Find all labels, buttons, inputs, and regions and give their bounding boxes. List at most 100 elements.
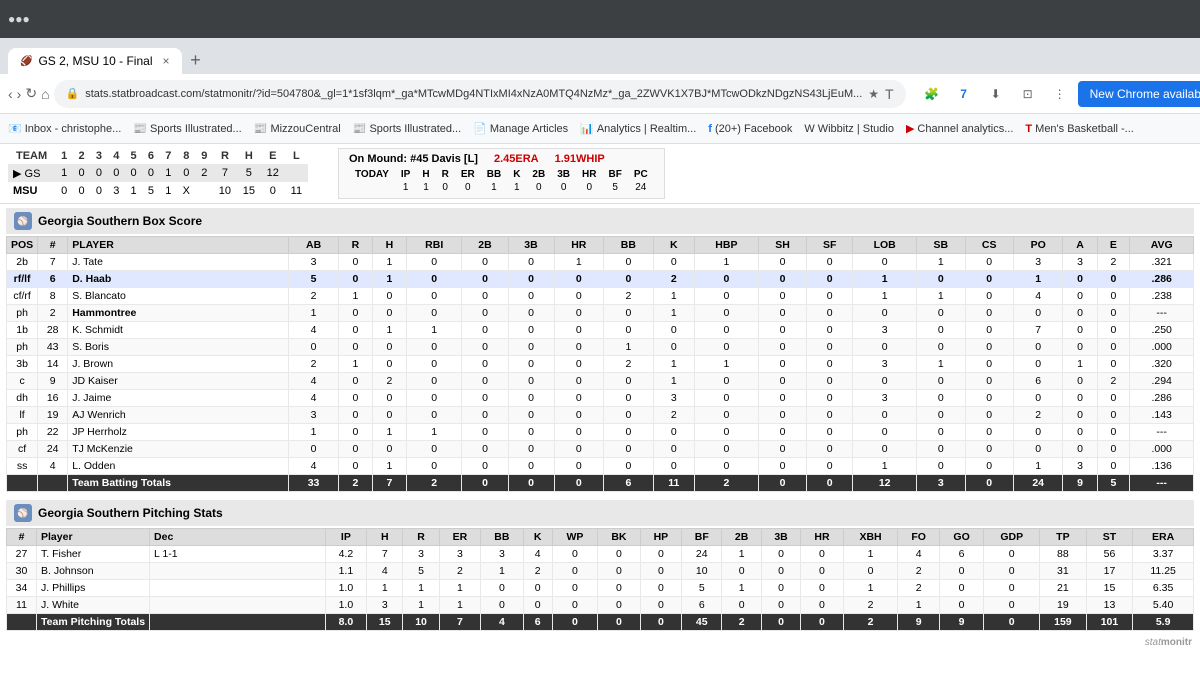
gs-runs: 7	[213, 164, 237, 182]
gs-inn5: 0	[125, 164, 142, 182]
hbp-col: HBP	[694, 237, 758, 254]
p-player-col: Player	[37, 529, 150, 546]
msu-inn1: 0	[56, 182, 73, 199]
tab-close[interactable]: ×	[163, 54, 170, 68]
msu-team-name: MSU	[8, 182, 56, 199]
batting-section: ⚾ Georgia Southern Box Score POS # PLAYE…	[6, 208, 1194, 492]
footer: statmonitr	[0, 635, 1200, 650]
profile-button[interactable]: 7	[950, 80, 978, 108]
pitching-icon: ⚾	[14, 504, 32, 522]
avg-col: AVG	[1130, 237, 1194, 254]
inning-9-header: 9	[196, 148, 213, 164]
pitching-totals-row: Team Pitching Totals8.015107460004520029…	[7, 614, 1194, 631]
gs-inn8: 0	[177, 164, 196, 182]
bookmark-si1[interactable]: 📰Sports Illustrated...	[133, 122, 241, 135]
gs-inn7: 1	[160, 164, 177, 182]
bookmark-basketball[interactable]: TMen's Basketball -...	[1025, 123, 1133, 135]
batting-stats-table: POS # PLAYER AB R H RBI 2B 3B HR BB K HB…	[6, 236, 1194, 492]
gs-inn9: 2	[196, 164, 213, 182]
num-col: #	[38, 237, 68, 254]
reload-button[interactable]: ↻	[25, 80, 37, 108]
downloads-button[interactable]: ⬇	[982, 80, 1010, 108]
home-button[interactable]: ⌂	[41, 80, 49, 108]
pr-col: R	[403, 529, 439, 546]
msu-inn6: 5	[142, 182, 159, 199]
batting-row: cf24TJ McKenzie000000000000000000.000	[7, 441, 1194, 458]
bookmark-facebook[interactable]: f(20+) Facebook	[708, 123, 792, 135]
bookmark-inbox[interactable]: 📧Inbox - christophe...	[8, 122, 121, 135]
msu-inn3: 0	[90, 182, 107, 199]
p-num-col: #	[7, 529, 37, 546]
hr-col: HR	[554, 237, 604, 254]
new-chrome-button[interactable]: New Chrome available :	[1078, 81, 1200, 107]
lob-header: L	[285, 148, 308, 164]
batting-title: Georgia Southern Box Score	[38, 214, 202, 228]
main-content: TEAM 1 2 3 4 5 6 7 8 9 R H E L	[0, 144, 1200, 675]
bookmark-analytics[interactable]: 📊Analytics | Realtim...	[580, 122, 696, 135]
bookmark-si2[interactable]: 📰Sports Illustrated...	[353, 122, 461, 135]
bookmark-wibbitz[interactable]: WWibbitz | Studio	[804, 123, 894, 135]
era-col: ERA	[1133, 529, 1194, 546]
msu-inn2: 0	[73, 182, 90, 199]
navigation-bar: ‹ › ↻ ⌂ 🔒 stats.statbroadcast.com/statmo…	[0, 74, 1200, 114]
2b-col: 2B	[462, 237, 508, 254]
address-bar[interactable]: 🔒 stats.statbroadcast.com/statmonitr/?id…	[54, 80, 906, 108]
active-tab[interactable]: 🏈 GS 2, MSU 10 - Final ×	[8, 48, 182, 74]
r-col: R	[338, 237, 372, 254]
batting-header-row: POS # PLAYER AB R H RBI 2B 3B HR BB K HB…	[7, 237, 1194, 254]
sb-col: SB	[917, 237, 965, 254]
pitching-row: 30B. Johnson1.145212000100000200311711.2…	[7, 563, 1194, 580]
gs-team-name: ▶ GS	[8, 164, 56, 182]
msu-inn4: 3	[108, 182, 125, 199]
phr-col: HR	[801, 529, 843, 546]
bookmark-mizzou[interactable]: 📰MizzouCentral	[254, 122, 341, 135]
3b-col: 3B	[508, 237, 554, 254]
gs-inn2: 0	[73, 164, 90, 182]
msu-hits: 15	[237, 182, 261, 199]
pitching-header-row: # Player Dec IP H R ER BB K WP BK HP BF …	[7, 529, 1194, 546]
era-value: 2.45ERA	[494, 153, 539, 165]
url-text: stats.statbroadcast.com/statmonitr/?id=5…	[85, 88, 862, 100]
whip-value: 1.91WHIP	[555, 153, 605, 165]
pitching-row: 11J. White1.0311000006000210019135.40	[7, 597, 1194, 614]
er-col: ER	[439, 529, 480, 546]
wp-col: WP	[552, 529, 598, 546]
msu-inn5: 1	[125, 182, 142, 199]
pbf-col: BF	[682, 529, 722, 546]
go-col: GO	[939, 529, 984, 546]
fo-col: FO	[898, 529, 939, 546]
k-col: K	[653, 237, 694, 254]
pitching-title: Georgia Southern Pitching Stats	[38, 506, 223, 520]
footer-brand: stat	[1145, 637, 1161, 648]
browser-chrome: ●●●	[0, 0, 1200, 38]
menu-button[interactable]: ⋮	[1046, 80, 1074, 108]
msu-lob: 11	[285, 182, 308, 199]
pitching-section: ⚾ Georgia Southern Pitching Stats # Play…	[6, 500, 1194, 631]
bookmark-manage[interactable]: 📄Manage Articles	[473, 122, 568, 135]
inning-5-header: 5	[125, 148, 142, 164]
bookmark-channel[interactable]: ▶Channel analytics...	[906, 122, 1013, 135]
forward-button[interactable]: ›	[17, 80, 22, 108]
gs-score-row: ▶ GS 1 0 0 0 0 0 1 0 2 7 5 12	[8, 164, 308, 182]
mound-title: On Mound: #45 Davis [L]	[349, 153, 478, 165]
batting-row: 3b14J. Brown210000021100310010.320	[7, 356, 1194, 373]
gdp-col: GDP	[984, 529, 1040, 546]
tab-title: GS 2, MSU 10 - Final	[38, 54, 152, 68]
st-col: ST	[1086, 529, 1133, 546]
xbh-col: XBH	[843, 529, 898, 546]
sf-col: SF	[807, 237, 853, 254]
footer-brand2: monitr	[1161, 637, 1192, 648]
gs-inn6: 0	[142, 164, 159, 182]
inning-6-header: 6	[142, 148, 159, 164]
extensions-button[interactable]: 🧩	[918, 80, 946, 108]
pos-col: POS	[7, 237, 38, 254]
split-screen-button[interactable]: ⊡	[1014, 80, 1042, 108]
gs-errors: 12	[261, 164, 285, 182]
new-tab-button[interactable]: +	[182, 46, 210, 74]
back-button[interactable]: ‹	[8, 80, 13, 108]
pbb-col: BB	[481, 529, 523, 546]
msu-inn8: X	[177, 182, 196, 199]
batting-row: c9JD Kaiser402000001000000602.294	[7, 373, 1194, 390]
dec-col: Dec	[150, 529, 326, 546]
msu-errors: 0	[261, 182, 285, 199]
